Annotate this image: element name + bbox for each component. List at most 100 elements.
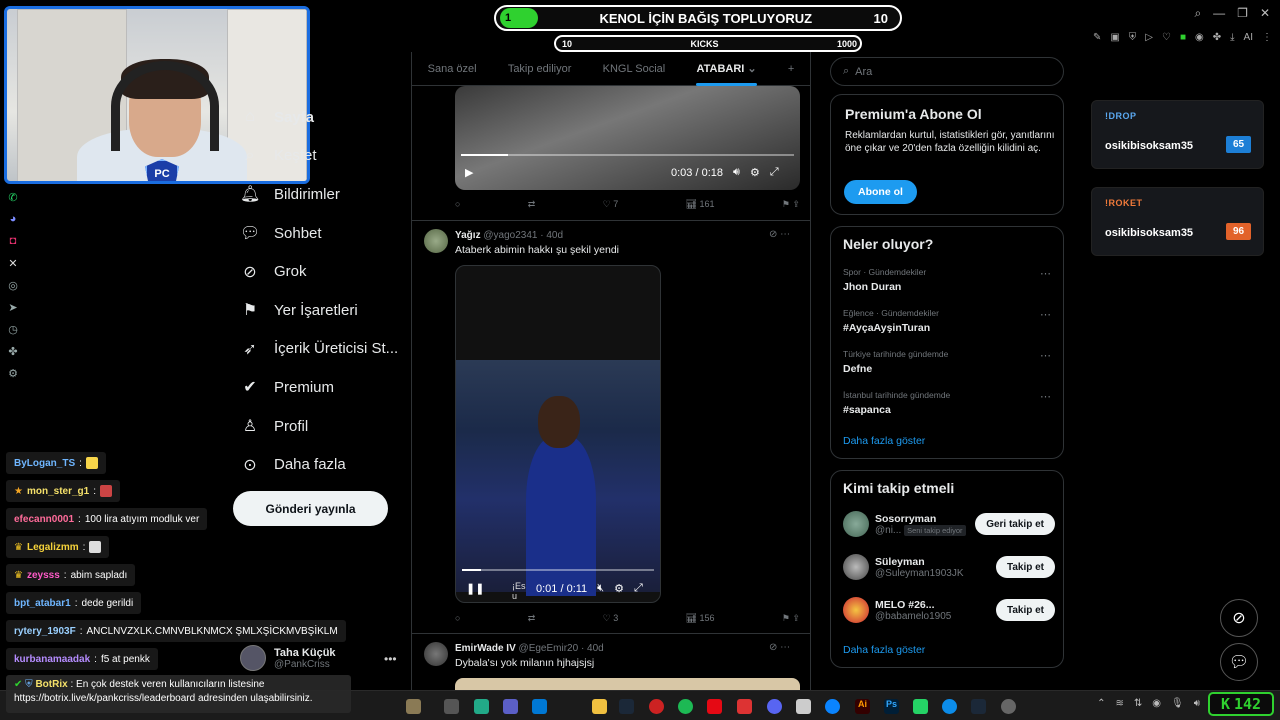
retweet-icon[interactable]: ⇄ [528,199,536,210]
like-button[interactable]: ♡ 7 [603,199,619,210]
wifi-icon[interactable]: ≋ [1115,698,1123,709]
whatsapp-icon[interactable] [913,699,928,714]
tweet-video[interactable]: ▶ 0:03 / 0:18 🔊︎ ⚙ ⤢ [455,86,800,190]
nav-home[interactable]: ⌂ Sayfa [240,98,398,137]
spotify-icon[interactable] [678,699,693,714]
puzzle-icon[interactable]: ✤ [6,344,20,358]
restore-icon[interactable]: ❐ [1237,6,1248,21]
account-switcher[interactable]: Taha Küçük @PankCriss [240,645,336,671]
steam-icon[interactable] [971,699,986,714]
grok-fab-icon[interactable]: ⊘ [1220,599,1258,637]
gear-icon[interactable]: ⚙ [614,582,624,595]
subscribe-button[interactable]: Abone ol [844,180,917,204]
play-icon[interactable]: ▶ [465,166,473,179]
pin-icon[interactable]: ✎ [1093,32,1101,43]
speaker-icon[interactable]: 🔊︎ [1194,698,1200,709]
whatsapp-icon[interactable]: ✆ [6,190,20,204]
discord-icon[interactable] [767,699,782,714]
show-more-link[interactable]: Daha fazla göster [843,644,925,656]
app-tray-icon[interactable]: ◉ [1152,698,1161,709]
illustrator-icon[interactable]: Ai [855,699,870,714]
network-icon[interactable]: ⇅ [1134,698,1142,709]
add-tab-icon[interactable]: + [788,63,794,75]
trend-item[interactable]: Türkiye tarihinde gündemde Defne ⋯ [843,349,1055,375]
ai-icon[interactable]: AI [1244,32,1253,43]
edge-icon[interactable] [942,699,957,714]
instagram-icon[interactable]: ◘ [6,234,20,248]
nav-chat[interactable]: 💬︎ Sohbet [240,214,398,253]
chevron-up-icon[interactable]: ⌃ [1097,698,1105,709]
opera-icon[interactable] [649,699,664,714]
app-icon[interactable] [737,699,752,714]
more-icon[interactable]: ⋯ [1040,390,1051,403]
mute-icon[interactable]: 🔇︎ [597,582,604,595]
retweet-icon[interactable]: ⇄ [528,613,536,624]
tab-kngl-social[interactable]: KNGL Social [603,63,666,75]
reply-icon[interactable]: ○ [455,199,460,210]
tab-for-you[interactable]: Sana özel [428,63,477,75]
fullscreen-icon[interactable]: ⤢ [634,582,643,595]
gear-icon[interactable]: ⚙ [750,166,760,179]
trend-item[interactable]: Spor · Gündemdekiler Jhon Duran ⋯ [843,267,1055,293]
trend-item[interactable]: Eğlence · Gündemdekiler #AyçaAyşinTuran … [843,308,1055,334]
views-count[interactable]: 📊︎ 161 [686,199,715,210]
avatar[interactable] [424,229,448,253]
more-icon[interactable]: ⋯ [1040,349,1051,362]
discord-icon[interactable]: ◕ [6,212,20,226]
steam-icon[interactable] [619,699,634,714]
vscode-icon[interactable] [532,699,547,714]
fullscreen-icon[interactable]: ⤢ [770,166,779,179]
follow-back-button[interactable]: Geri takip et [975,513,1055,535]
follow-button[interactable]: Takip et [995,599,1055,621]
bookmark-icon[interactable]: ⚑ ⇪ [782,613,800,624]
tab-atabari[interactable]: ATABARI ⌄ [696,62,757,86]
minimize-icon[interactable]: — [1213,6,1225,21]
messages-fab-icon[interactable]: 💬︎ [1220,643,1258,681]
app-icon[interactable] [1001,699,1016,714]
video-progress[interactable] [461,154,794,156]
nav-grok[interactable]: ⊘ Grok [240,252,398,291]
shield-icon[interactable]: ⛨ [1129,32,1137,43]
kick-icon[interactable]: ■ [1180,32,1186,43]
like-button[interactable]: ♡ 3 [603,613,619,624]
more-icon[interactable]: ⋯ [1040,267,1051,280]
grok-icon[interactable]: ⊘ ⋯ [769,229,790,240]
bookmark-icon[interactable]: ⚑ ⇪ [782,199,800,210]
reply-icon[interactable]: ○ [455,613,460,624]
grok-icon[interactable]: ⊘ ⋯ [769,642,790,653]
photoshop-icon[interactable]: Ps [884,699,899,714]
nav-profile[interactable]: ♙ Profil [240,407,398,446]
more-icon[interactable]: ⋯ [1040,308,1051,321]
views-count[interactable]: 📊︎ 156 [686,613,715,624]
app-icon[interactable] [825,699,840,714]
volume-icon[interactable]: 🔊︎ [733,166,740,179]
suggestion-row[interactable]: Süleyman @Suleyman1903JK Takip et [843,550,1055,584]
menu-icon[interactable]: ⋮ [1262,32,1272,43]
avatar[interactable] [424,642,448,666]
netflix-icon[interactable] [707,699,722,714]
nav-explore[interactable]: ⌕ Keşfet [240,137,398,176]
suggestion-row[interactable]: MELO #26... @babamelo1905 Takip et [843,593,1055,627]
x-icon[interactable]: ✕ [6,256,20,270]
download-icon[interactable]: ⤓ [1230,32,1234,43]
extension-icon[interactable]: ◉ [1195,32,1204,43]
screenshot-icon[interactable]: ▣ [1110,32,1119,43]
trend-item[interactable]: İstanbul tarihinde gündemde #sapanca ⋯ [843,390,1055,416]
show-more-link[interactable]: Daha fazla göster [843,435,925,447]
tweet-video[interactable]: ❚❚ ¡Es u 0:01 / 0:11 🔇︎ ⚙ ⤢ [455,265,661,603]
play-icon[interactable]: ▷ [1145,32,1153,43]
nav-bookmarks[interactable]: ⚑ Yer İşaretleri [240,291,398,330]
send-icon[interactable]: ➤ [6,300,20,314]
settings-icon[interactable]: ⚙ [6,366,20,380]
nav-creator-studio[interactable]: ➶ İçerik Üreticisi St... [240,330,398,369]
close-icon[interactable]: ✕ [1260,6,1270,21]
heart-icon[interactable]: ♡ [1162,32,1171,43]
teams-icon[interactable] [503,699,518,714]
suggestion-row[interactable]: Sosorryman @ni... Seni takip ediyor Geri… [843,507,1055,541]
microphone-icon[interactable]: 🎙︎ [1171,698,1184,709]
tab-following[interactable]: Takip ediliyor [508,63,572,75]
app-icon[interactable] [474,699,489,714]
nav-notifications[interactable]: 🔔︎ Bildirimler [240,175,398,214]
video-progress[interactable] [462,569,654,571]
app-icon[interactable] [444,699,459,714]
